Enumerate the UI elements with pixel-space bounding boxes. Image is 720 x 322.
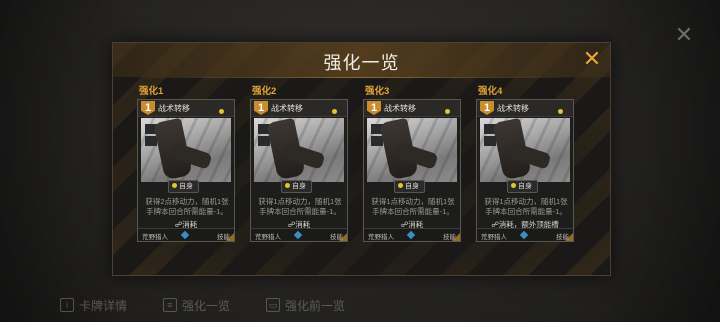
card-art (254, 118, 344, 182)
card-description: 获得1点移动力，随机1张手牌本回合所需能量-1。 (484, 197, 568, 216)
target-tag: 自身 (281, 180, 312, 193)
target-tag: 自身 (507, 180, 538, 193)
target-tag: 自身 (394, 180, 425, 193)
card-corner-accent (564, 232, 573, 241)
upgrade-card-slot: 强化1 1 战术转移 自身 获得2点移动力，随机1张手牌本回合所需能量-1。 ☍… (137, 86, 235, 242)
card-footer: 荒野猎人 技能 (251, 228, 347, 241)
upgrade-level-label: 强化4 (478, 86, 503, 97)
upgrade-card-slot: 强化3 1 战术转移 自身 获得1点移动力，随机1张手牌本回合所需能量-1。 ☍… (363, 86, 461, 242)
diamond-icon (293, 230, 303, 240)
upgrade-card-slot: 强化2 1 战术转移 自身 获得1点移动力，随机1张手牌本回合所需能量-1。 ☍… (250, 86, 348, 242)
card-description: 获得2点移动力，随机1张手牌本回合所需能量-1。 (145, 197, 229, 216)
target-tag: 自身 (168, 180, 199, 193)
upgrade-level-label: 强化1 (139, 86, 164, 97)
card-description: 获得1点移动力，随机1张手牌本回合所需能量-1。 (258, 197, 342, 216)
card-footer: 荒野猎人 技能 (477, 228, 573, 241)
diamond-icon (519, 230, 529, 240)
card-class: 荒野猎人 (368, 234, 394, 241)
card-name: 战术转移 (497, 104, 529, 113)
modal-title: 强化一览 (323, 53, 400, 73)
bottom-item-card-detail[interactable]: i 卡牌详情 (60, 292, 127, 318)
diamond-icon (180, 230, 190, 240)
upgrade-level-label: 强化2 (252, 86, 277, 97)
upgrade-card-slot: 强化4 1 战术转移 自身 获得1点移动力，随机1张手牌本回合所需能量-1。 ☍… (476, 86, 574, 242)
info-icon: i (60, 298, 74, 312)
bottom-item-label: 强化一览 (182, 298, 231, 313)
upgrade-level-label: 强化3 (365, 86, 390, 97)
bottom-bar: i 卡牌详情 ≡ 强化一览 ▭ 强化前一览 (60, 292, 345, 318)
card-corner-accent (225, 232, 234, 241)
card-corner-accent (451, 232, 460, 241)
diamond-icon (406, 230, 416, 240)
card-art (141, 118, 231, 182)
card-class: 荒野猎人 (142, 234, 168, 241)
background-close-icon: ✕ (674, 22, 694, 47)
card-class: 荒野猎人 (255, 234, 281, 241)
card-class: 荒野猎人 (481, 234, 507, 241)
bottom-item-label: 强化前一览 (285, 298, 346, 313)
skill-card[interactable]: 1 战术转移 自身 获得1点移动力，随机1张手牌本回合所需能量-1。 ☍消耗 荒… (363, 99, 461, 242)
card-description: 获得1点移动力，随机1张手牌本回合所需能量-1。 (371, 197, 455, 216)
card-art (480, 118, 570, 182)
bottom-item-label: 卡牌详情 (79, 298, 128, 313)
card-name: 战术转移 (384, 104, 416, 113)
skill-card[interactable]: 1 战术转移 自身 获得1点移动力，随机1张手牌本回合所需能量-1。 ☍消耗 荒… (250, 99, 348, 242)
bottom-item-pre-upgrade[interactable]: ▭ 强化前一览 (266, 292, 345, 318)
card-name: 战术转移 (158, 104, 190, 113)
card-footer: 荒野猎人 技能 (364, 228, 460, 241)
list-icon: ≡ (163, 298, 178, 312)
card-name: 战术转移 (271, 104, 303, 113)
card-footer: 荒野猎人 技能 (138, 228, 234, 241)
skill-card[interactable]: 1 战术转移 自身 获得1点移动力，随机1张手牌本回合所需能量-1。 ☍消耗，额… (476, 99, 574, 242)
card-corner-accent (338, 232, 347, 241)
upgrade-overview-modal: 强化一览 ✕ 强化1 1 战术转移 自身 获得2点移动力，随机1张手牌本回合所需… (112, 42, 611, 276)
bottom-item-upgrade-list[interactable]: ≡ 强化一览 (163, 292, 230, 318)
close-icon[interactable]: ✕ (582, 48, 602, 70)
title-divider (133, 77, 590, 78)
skill-card[interactable]: 1 战术转移 自身 获得2点移动力，随机1张手牌本回合所需能量-1。 ☍消耗 荒… (137, 99, 235, 242)
card-icon: ▭ (266, 298, 281, 312)
card-art (367, 118, 457, 182)
